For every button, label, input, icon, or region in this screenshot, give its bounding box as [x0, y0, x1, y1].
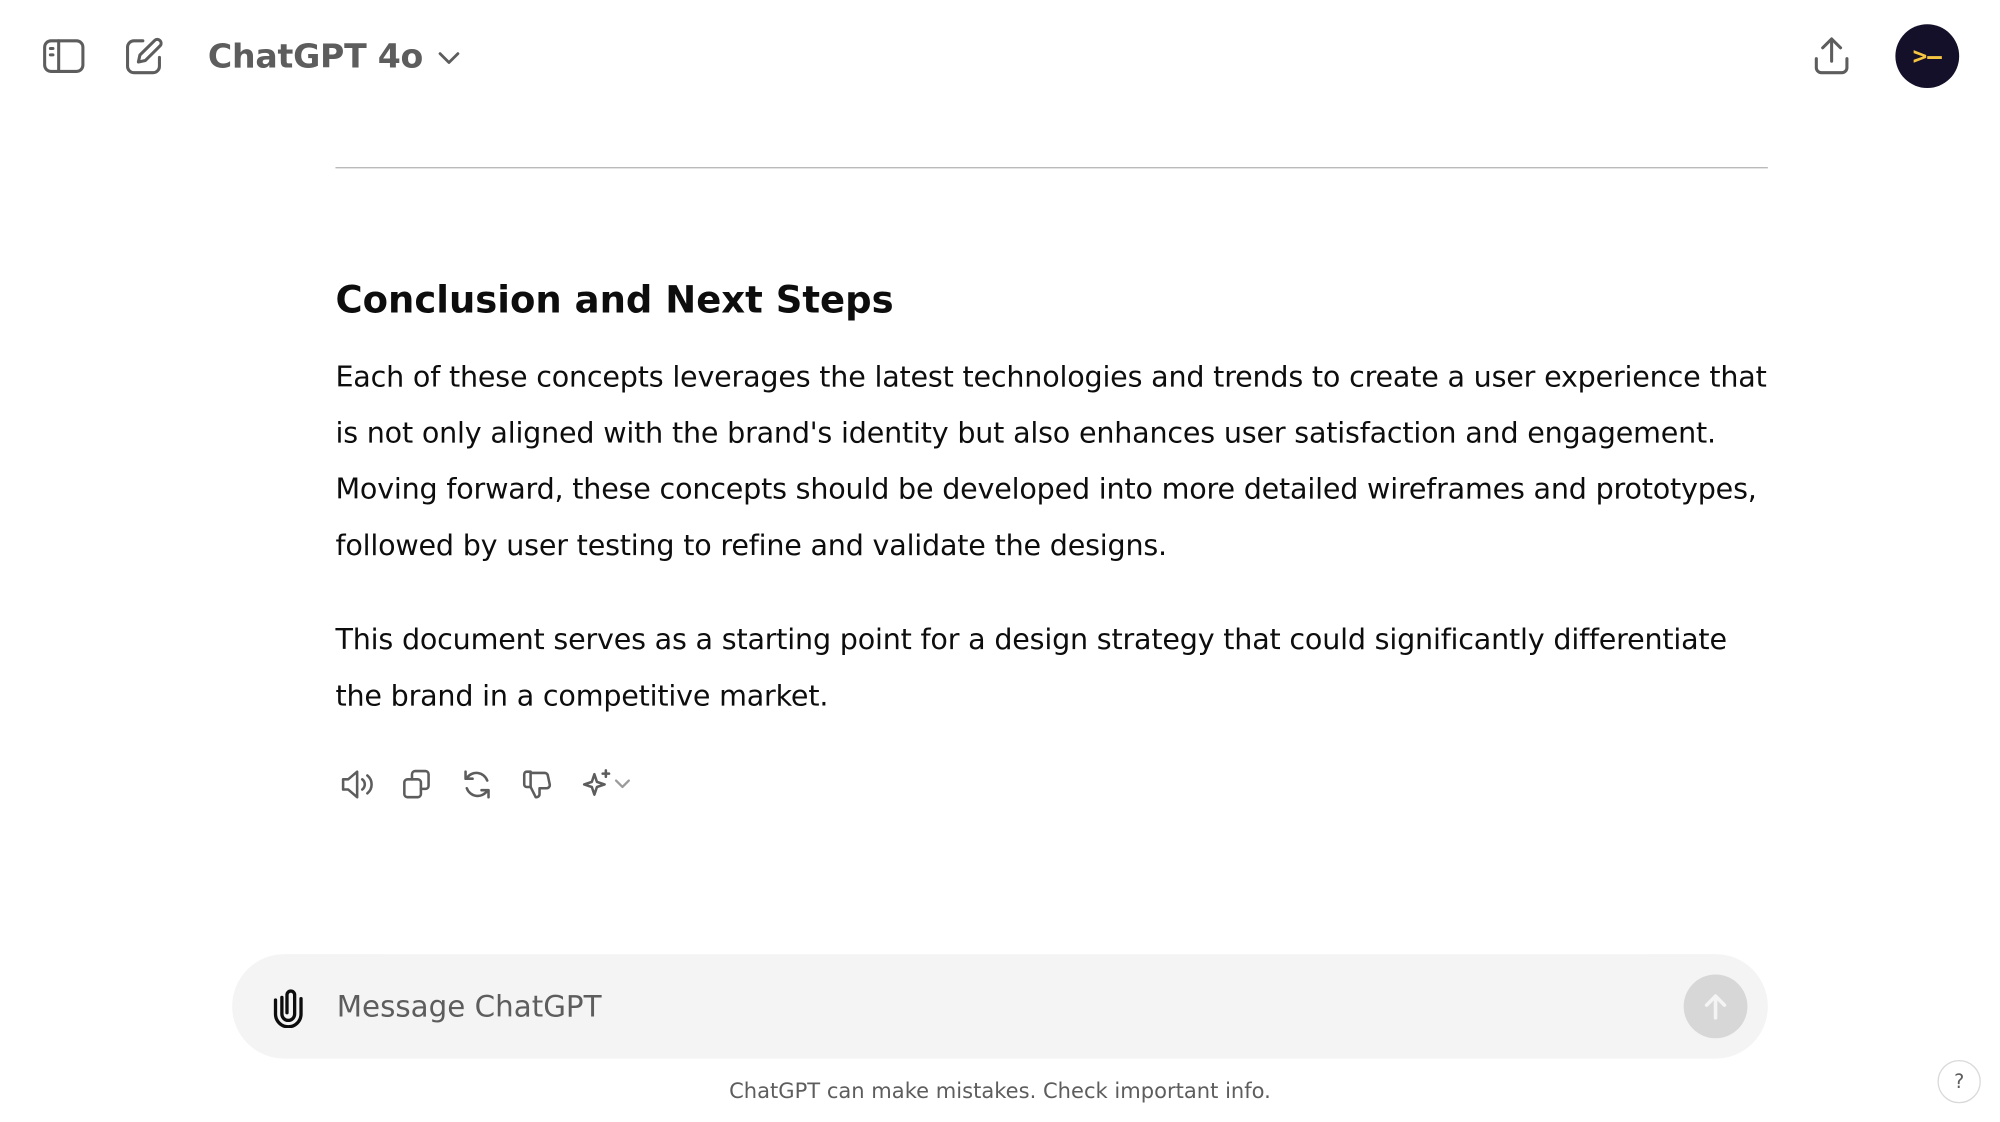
copy-button[interactable] [395, 763, 438, 806]
message-paragraph: Each of these concepts leverages the lat… [335, 360, 1767, 563]
message-paragraph: This document serves as a starting point… [335, 623, 1727, 714]
message-actions [335, 763, 653, 806]
read-aloud-button[interactable] [335, 763, 378, 806]
speaker-icon [341, 770, 373, 799]
sparkle-icon [582, 769, 611, 796]
arrow-up-icon [1704, 994, 1727, 1020]
chevron-down-icon [438, 52, 459, 64]
avatar-text: >– [1912, 42, 1942, 71]
new-chat-button[interactable] [119, 31, 170, 82]
share-button[interactable] [1806, 31, 1857, 82]
horizontal-rule [335, 167, 1768, 169]
regenerate-icon [464, 770, 490, 799]
sidebar-toggle-button[interactable] [38, 31, 89, 82]
chevron-down-icon [614, 779, 630, 789]
chat-page: ChatGPT 4o >– Conclusion and Next Steps … [0, 0, 2000, 1122]
help-button[interactable]: ? [1937, 1059, 1981, 1104]
pencil-square-icon [126, 37, 163, 75]
paperclip-icon [273, 989, 303, 1029]
assistant-message: Conclusion and Next Steps Each of these … [335, 268, 1770, 763]
top-bar: ChatGPT 4o >– [0, 0, 2000, 112]
message-heading: Conclusion and Next Steps [335, 278, 894, 322]
copy-icon [403, 769, 430, 799]
attach-button[interactable] [263, 981, 314, 1032]
share-upload-icon [1814, 37, 1849, 75]
model-selector[interactable]: ChatGPT 4o [208, 33, 461, 81]
user-avatar[interactable]: >– [1895, 24, 1960, 89]
thumbs-down-icon [522, 770, 552, 799]
regenerate-button[interactable] [455, 763, 498, 806]
message-composer [232, 954, 1768, 1059]
send-button[interactable] [1683, 974, 1748, 1039]
help-label: ? [1954, 1070, 1965, 1094]
disclaimer-text: ChatGPT can make mistakes. Check importa… [729, 1079, 1271, 1104]
bad-response-button[interactable] [515, 763, 558, 806]
model-switch-button[interactable] [575, 763, 636, 806]
sidebar-toggle-icon [43, 39, 85, 73]
model-name: ChatGPT 4o [207, 38, 424, 77]
message-input[interactable] [334, 979, 1666, 1036]
